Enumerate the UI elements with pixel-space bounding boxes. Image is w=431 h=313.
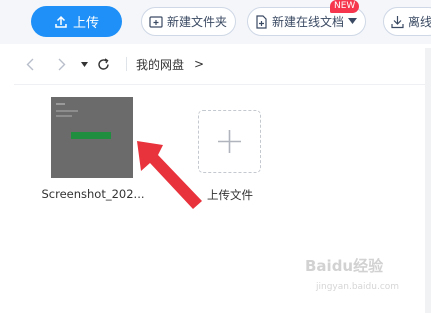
red-arrow-annotation [137, 141, 202, 209]
